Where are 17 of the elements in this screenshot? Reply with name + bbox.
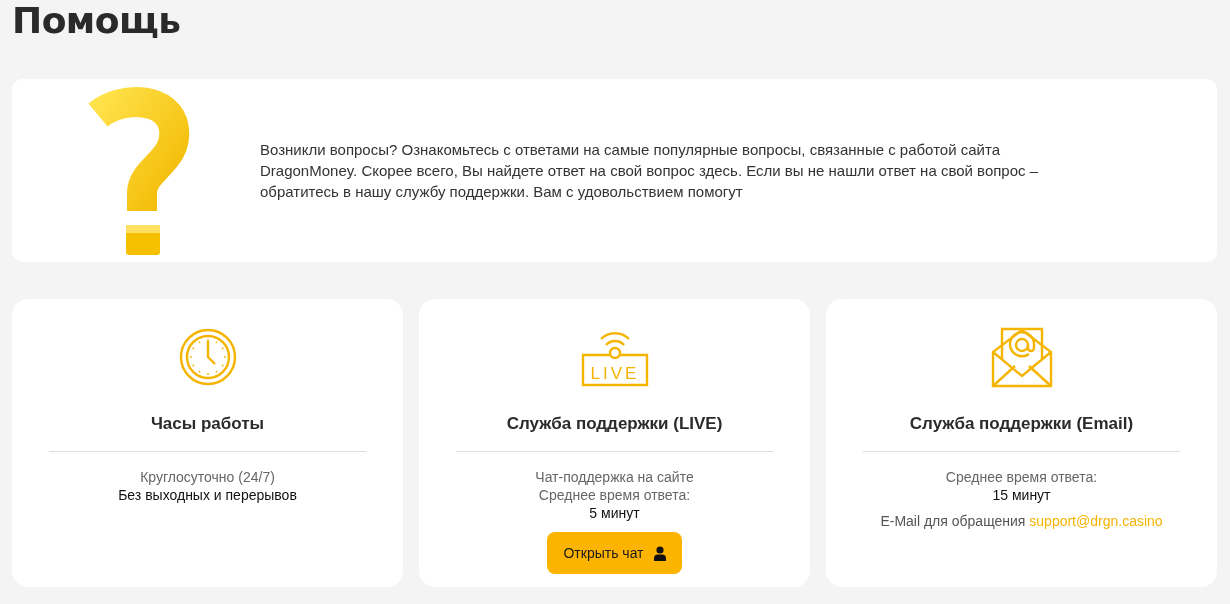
open-chat-button[interactable]: Открыть чат <box>547 532 682 574</box>
highlight-text: 15 минут <box>991 486 1052 504</box>
card-title: Служба поддержки (LIVE) <box>506 413 723 435</box>
clock-icon <box>177 327 238 387</box>
highlight-text: Без выходных и перерывов <box>118 486 297 504</box>
contact-label: E-Mail для обращения <box>880 513 1026 529</box>
envelope-icon <box>990 326 1053 388</box>
card-title: Часы работы <box>150 413 265 435</box>
intro-text: Возникли вопросы? Ознакомьтесь с ответами на самые популярные вопросы, связанные с работой сайта DragonMoney. Скорее всего, Вы найдете ответ на свой вопрос здесь. Если вы не нашли ответ на свой вопрос – обратитесь в нашу службу поддержки. Вам с удовольствием помогут <box>260 140 1040 202</box>
highlight-text: 5 минут <box>588 504 641 522</box>
user-icon <box>653 545 666 561</box>
page-title: Помощь <box>12 0 182 42</box>
info-text: Круглосуточно (24/7) <box>139 468 276 486</box>
card-title: Служба поддержки (Email) <box>909 413 1134 435</box>
info-text: Среднее время ответа: <box>537 486 692 504</box>
info-text: Среднее время ответа: <box>944 468 1099 486</box>
info-text: Чат-поддержка на сайте <box>535 468 694 486</box>
